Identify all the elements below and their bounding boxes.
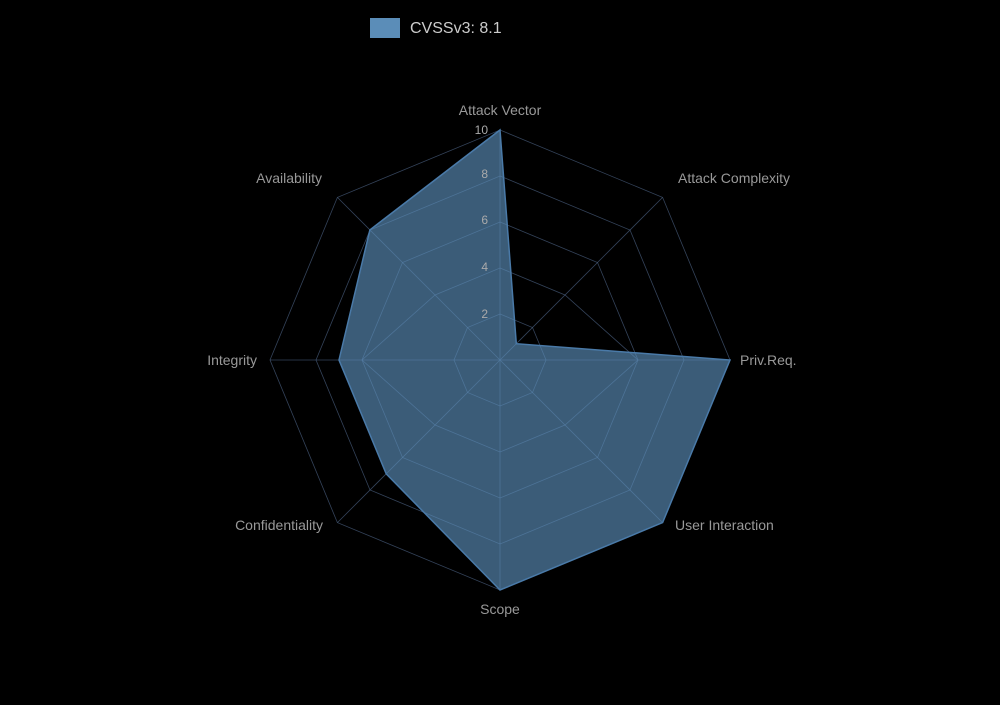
legend-label: CVSSv3: 8.1 <box>410 20 502 37</box>
label-availability: Availability <box>256 170 322 186</box>
grid-label-4: 4 <box>481 260 488 274</box>
legend-color-box <box>370 18 400 38</box>
label-attack-complexity: Attack Complexity <box>678 170 790 186</box>
label-attack-vector: Attack Vector <box>459 102 542 118</box>
label-priv-req: Priv.Req. <box>740 352 797 368</box>
label-integrity: Integrity <box>207 352 257 368</box>
grid-label-10: 10 <box>475 123 489 137</box>
grid-label-8: 8 <box>481 167 488 181</box>
label-user-interaction: User Interaction <box>675 517 774 533</box>
label-scope: Scope <box>480 601 520 617</box>
label-confidentiality: Confidentiality <box>235 517 323 533</box>
data-polygon <box>339 130 730 590</box>
axis-attack-complexity <box>500 197 663 360</box>
grid-label-2: 2 <box>481 307 488 321</box>
grid-label-6: 6 <box>481 213 488 227</box>
chart-container: CVSSv3: 8.1 <box>0 0 1000 700</box>
